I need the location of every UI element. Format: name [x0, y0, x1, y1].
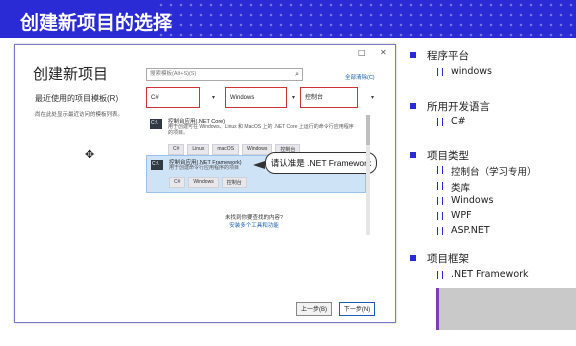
square-bullet-icon [410, 152, 416, 158]
square-bullet-icon [410, 255, 416, 261]
tag: C# [168, 144, 185, 155]
project-type-chevron-down-icon[interactable]: ▾ [371, 94, 374, 101]
slide-header: 创建新项目的选择 [0, 0, 576, 38]
template-description: 用于创建可在 Windows、Linux 和 MacOS 上的 .NET Cor… [168, 124, 354, 136]
not-found-text: 未找到你要查找的内容? [224, 215, 284, 221]
template-search-input[interactable]: 搜索模板(Alt+S)(S) ⌕ [146, 68, 303, 81]
section-heading: 项目类型 [427, 150, 469, 162]
language-filter[interactable]: C# [146, 87, 200, 108]
sub-bullet-icon [437, 166, 443, 174]
decorative-block [436, 288, 576, 330]
maximize-icon[interactable]: □ [358, 48, 366, 57]
search-icon[interactable]: ⌕ [295, 69, 299, 80]
square-bullet-icon [410, 52, 416, 58]
next-button[interactable]: 下一步(N) [339, 302, 375, 316]
sub-bullet-icon [437, 68, 443, 76]
search-placeholder: 搜索模板(Alt+S)(S) [150, 71, 197, 77]
section-heading: 程序平台 [427, 50, 469, 62]
install-tools-link[interactable]: 安装多个工具和功能 [214, 221, 294, 229]
sub-bullet-icon [437, 118, 443, 126]
sub-bullet-icon [437, 182, 443, 190]
project-type-filter[interactable]: 控制台 [300, 87, 358, 108]
sub-bullet-icon [437, 271, 443, 279]
mouse-cursor-icon: ✥ [85, 148, 95, 161]
section-heading: 所用开发语言 [427, 101, 490, 113]
back-button[interactable]: 上一步(B) [296, 302, 332, 316]
sub-bullet-icon [437, 227, 443, 235]
template-tags: C# Windows 控制台 [169, 177, 247, 188]
template-list-scrollbar[interactable] [366, 115, 370, 235]
header-pattern [156, 0, 576, 38]
annotation-callout: 请认准是 .NET Framework [265, 152, 377, 174]
section-heading: 项目框架 [427, 253, 469, 265]
dialog-title: 创建新项目 [33, 66, 109, 83]
sub-bullet-icon [437, 212, 443, 220]
project-type-filter-value: 控制台 [305, 95, 324, 101]
tag: C# [169, 177, 186, 188]
sub-bullet-icon [437, 197, 443, 205]
tag: macOS [212, 144, 240, 155]
square-bullet-icon [410, 103, 416, 109]
template-item-net-core[interactable]: C:\ 控制台应用(.NET Core) 用于创建可在 Windows、Linu… [146, 115, 364, 155]
language-filter-value: C# [151, 95, 159, 101]
platform-filter[interactable]: Windows [225, 87, 287, 108]
scrollbar-thumb[interactable] [366, 115, 370, 145]
clear-all-link[interactable]: 全部清除(C) [345, 73, 375, 81]
slide-title: 创建新项目的选择 [20, 12, 173, 34]
console-app-icon: C:\ [151, 160, 163, 170]
platform-filter-value: Windows [230, 95, 255, 101]
tag: 控制台 [221, 177, 247, 188]
tag: Linux [187, 144, 210, 155]
recent-templates-heading: 最近使用的项目模板(R) [35, 94, 119, 103]
decorative-edge [436, 288, 439, 330]
recent-templates-description: 尚在此处显示最近访问的模板列表。 [35, 112, 124, 118]
create-project-dialog: □ ✕ 创建新项目 最近使用的项目模板(R) 尚在此处显示最近访问的模板列表。 … [14, 44, 396, 323]
tag: Windows [188, 177, 219, 188]
console-app-icon: C:\ [150, 119, 162, 129]
header-divider [0, 38, 576, 41]
language-chevron-down-icon[interactable]: ▾ [212, 94, 215, 101]
close-icon[interactable]: ✕ [380, 48, 387, 57]
platform-chevron-down-icon[interactable]: ▾ [292, 94, 295, 101]
callout-pointer [253, 161, 265, 169]
